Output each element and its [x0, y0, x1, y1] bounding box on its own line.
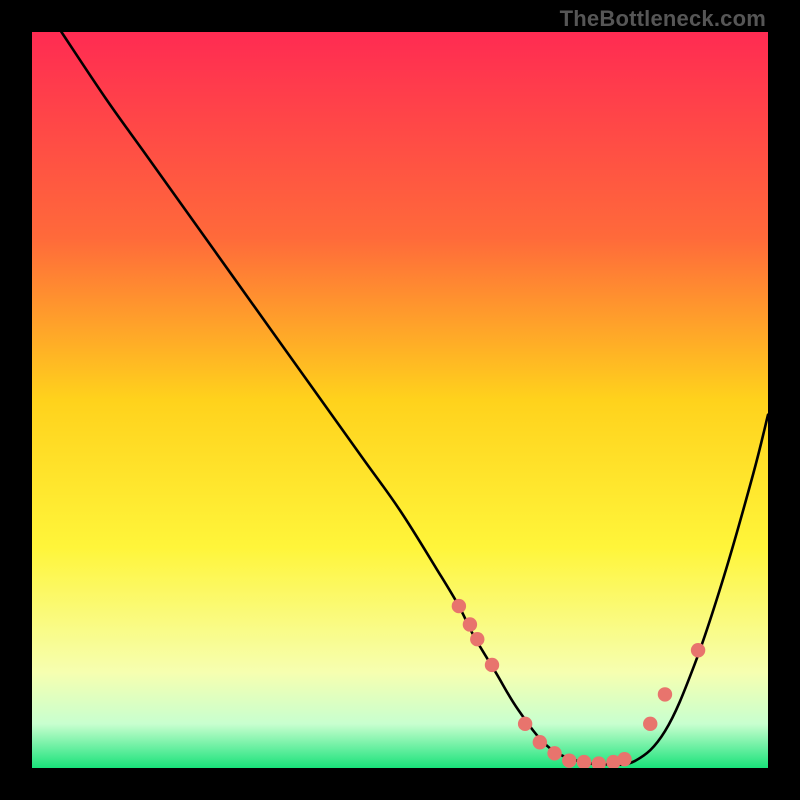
watermark-text: TheBottleneck.com — [560, 6, 766, 32]
marker-dot — [547, 746, 561, 760]
marker-group — [452, 599, 706, 768]
marker-dot — [691, 643, 705, 657]
marker-dot — [463, 617, 477, 631]
marker-dot — [577, 755, 591, 768]
curve-layer — [32, 32, 768, 768]
marker-dot — [643, 717, 657, 731]
marker-dot — [470, 632, 484, 646]
marker-dot — [562, 753, 576, 767]
marker-dot — [452, 599, 466, 613]
marker-dot — [592, 756, 606, 768]
plot-area — [32, 32, 768, 768]
marker-dot — [485, 658, 499, 672]
marker-dot — [518, 717, 532, 731]
marker-dot — [533, 735, 547, 749]
bottleneck-curve — [61, 32, 768, 765]
chart-frame — [32, 32, 768, 768]
marker-dot — [658, 687, 672, 701]
marker-dot — [617, 752, 631, 766]
